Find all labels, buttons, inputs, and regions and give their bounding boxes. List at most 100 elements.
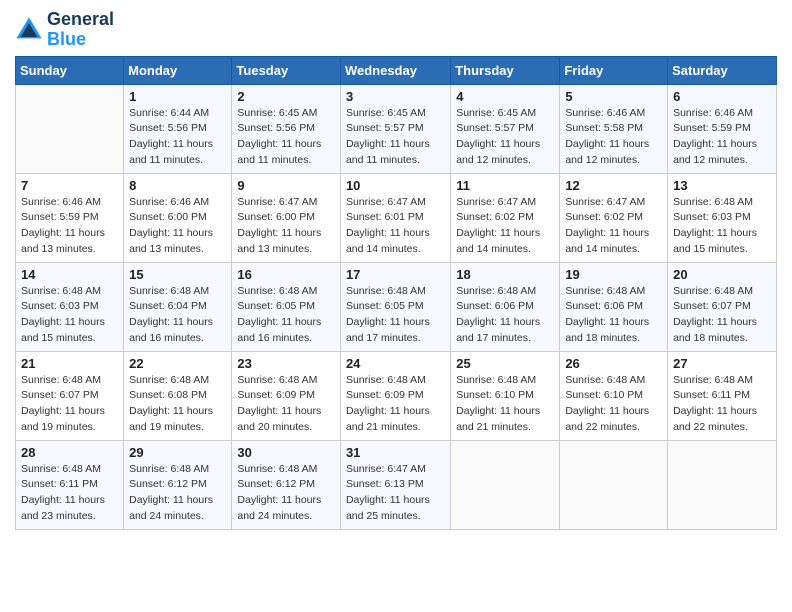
day-number: 19 <box>565 267 662 282</box>
day-number: 8 <box>129 178 226 193</box>
calendar-week-3: 14 Sunrise: 6:48 AMSunset: 6:03 PMDayligh… <box>16 262 777 351</box>
day-number: 2 <box>237 89 335 104</box>
day-number: 27 <box>673 356 771 371</box>
day-number: 1 <box>129 89 226 104</box>
day-header-friday: Friday <box>560 56 668 84</box>
calendar-week-4: 21Sunrise: 6:48 AMSunset: 6:07 PMDayligh… <box>16 351 777 440</box>
day-number: 28 <box>21 445 118 460</box>
day-info: Sunrise: 6:48 AMSunset: 6:09 PMDaylight:… <box>346 373 445 436</box>
day-info: Sunrise: 6:48 AMSunset: 6:08 PMDaylight:… <box>129 373 226 436</box>
day-number: 31 <box>346 445 445 460</box>
day-header-wednesday: Wednesday <box>340 56 450 84</box>
day-number: 22 <box>129 356 226 371</box>
calendar-cell: 14 Sunrise: 6:48 AMSunset: 6:03 PMDayligh… <box>16 262 124 351</box>
day-header-thursday: Thursday <box>451 56 560 84</box>
calendar-cell: 25 Sunrise: 6:48 AMSunset: 6:10 PMDayligh… <box>451 351 560 440</box>
day-number: 21 <box>21 356 118 371</box>
calendar-cell: 2 Sunrise: 6:45 AMSunset: 5:56 PMDaylight… <box>232 84 341 173</box>
logo-icon <box>15 16 43 44</box>
calendar-table: SundayMondayTuesdayWednesdayThursdayFrid… <box>15 56 777 530</box>
day-info: Sunrise: 6:48 AMSunset: 6:09 PMDaylight:… <box>237 373 335 436</box>
calendar-cell <box>451 440 560 529</box>
day-number: 18 <box>456 267 554 282</box>
day-number: 14 <box>21 267 118 282</box>
day-info: Sunrise: 6:47 AMSunset: 6:02 PMDaylight:… <box>456 195 554 258</box>
day-number: 10 <box>346 178 445 193</box>
day-number: 9 <box>237 178 335 193</box>
day-header-tuesday: Tuesday <box>232 56 341 84</box>
day-info: Sunrise: 6:48 AMSunset: 6:10 PMDaylight:… <box>565 373 662 436</box>
calendar-cell: 23 Sunrise: 6:48 AMSunset: 6:09 PMDayligh… <box>232 351 341 440</box>
calendar-cell <box>668 440 777 529</box>
calendar-cell: 28Sunrise: 6:48 AMSunset: 6:11 PMDayligh… <box>16 440 124 529</box>
calendar-cell: 26 Sunrise: 6:48 AMSunset: 6:10 PMDayligh… <box>560 351 668 440</box>
day-info: Sunrise: 6:46 AMSunset: 5:59 PMDaylight:… <box>673 106 771 169</box>
logo: General Blue <box>15 10 114 50</box>
calendar-cell: 24 Sunrise: 6:48 AMSunset: 6:09 PMDayligh… <box>340 351 450 440</box>
calendar-header: SundayMondayTuesdayWednesdayThursdayFrid… <box>16 56 777 84</box>
calendar-cell: 7 Sunrise: 6:46 AMSunset: 5:59 PMDaylight… <box>16 173 124 262</box>
day-number: 11 <box>456 178 554 193</box>
day-number: 13 <box>673 178 771 193</box>
day-info: Sunrise: 6:48 AMSunset: 6:03 PMDaylight:… <box>673 195 771 258</box>
calendar-week-2: 7 Sunrise: 6:46 AMSunset: 5:59 PMDaylight… <box>16 173 777 262</box>
calendar-cell <box>16 84 124 173</box>
day-info: Sunrise: 6:48 AMSunset: 6:06 PMDaylight:… <box>565 284 662 347</box>
calendar-cell: 22 Sunrise: 6:48 AMSunset: 6:08 PMDayligh… <box>124 351 232 440</box>
day-info: Sunrise: 6:48 AMSunset: 6:05 PMDaylight:… <box>346 284 445 347</box>
day-info: Sunrise: 6:48 AMSunset: 6:12 PMDaylight:… <box>129 462 226 525</box>
calendar-cell: 5 Sunrise: 6:46 AMSunset: 5:58 PMDaylight… <box>560 84 668 173</box>
calendar-week-5: 28Sunrise: 6:48 AMSunset: 6:11 PMDayligh… <box>16 440 777 529</box>
day-info: Sunrise: 6:44 AMSunset: 5:56 PMDaylight:… <box>129 106 226 169</box>
day-info: Sunrise: 6:48 AMSunset: 6:03 PMDaylight:… <box>21 284 118 347</box>
day-info: Sunrise: 6:46 AMSunset: 6:00 PMDaylight:… <box>129 195 226 258</box>
day-number: 23 <box>237 356 335 371</box>
day-info: Sunrise: 6:46 AMSunset: 5:59 PMDaylight:… <box>21 195 118 258</box>
calendar-cell: 6Sunrise: 6:46 AMSunset: 5:59 PMDaylight… <box>668 84 777 173</box>
calendar-cell: 16 Sunrise: 6:48 AMSunset: 6:05 PMDayligh… <box>232 262 341 351</box>
calendar-cell: 31 Sunrise: 6:47 AMSunset: 6:13 PMDayligh… <box>340 440 450 529</box>
calendar-cell: 17Sunrise: 6:48 AMSunset: 6:05 PMDayligh… <box>340 262 450 351</box>
calendar-cell: 3Sunrise: 6:45 AMSunset: 5:57 PMDaylight… <box>340 84 450 173</box>
day-info: Sunrise: 6:45 AMSunset: 5:56 PMDaylight:… <box>237 106 335 169</box>
day-number: 12 <box>565 178 662 193</box>
calendar-cell: 13 Sunrise: 6:48 AMSunset: 6:03 PMDayligh… <box>668 173 777 262</box>
day-info: Sunrise: 6:48 AMSunset: 6:07 PMDaylight:… <box>673 284 771 347</box>
day-number: 4 <box>456 89 554 104</box>
calendar-cell: 29 Sunrise: 6:48 AMSunset: 6:12 PMDayligh… <box>124 440 232 529</box>
day-number: 26 <box>565 356 662 371</box>
day-info: Sunrise: 6:48 AMSunset: 6:11 PMDaylight:… <box>673 373 771 436</box>
calendar-cell: 18 Sunrise: 6:48 AMSunset: 6:06 PMDayligh… <box>451 262 560 351</box>
calendar-cell: 9 Sunrise: 6:47 AMSunset: 6:00 PMDaylight… <box>232 173 341 262</box>
day-info: Sunrise: 6:48 AMSunset: 6:05 PMDaylight:… <box>237 284 335 347</box>
calendar-cell <box>560 440 668 529</box>
calendar-cell: 19 Sunrise: 6:48 AMSunset: 6:06 PMDayligh… <box>560 262 668 351</box>
day-info: Sunrise: 6:47 AMSunset: 6:13 PMDaylight:… <box>346 462 445 525</box>
day-info: Sunrise: 6:47 AMSunset: 6:02 PMDaylight:… <box>565 195 662 258</box>
calendar-cell: 15Sunrise: 6:48 AMSunset: 6:04 PMDayligh… <box>124 262 232 351</box>
day-number: 24 <box>346 356 445 371</box>
day-info: Sunrise: 6:48 AMSunset: 6:04 PMDaylight:… <box>129 284 226 347</box>
page-header: General Blue <box>15 10 777 50</box>
day-number: 29 <box>129 445 226 460</box>
calendar-cell: 12 Sunrise: 6:47 AMSunset: 6:02 PMDayligh… <box>560 173 668 262</box>
day-info: Sunrise: 6:47 AMSunset: 6:00 PMDaylight:… <box>237 195 335 258</box>
day-number: 25 <box>456 356 554 371</box>
day-number: 3 <box>346 89 445 104</box>
day-number: 7 <box>21 178 118 193</box>
calendar-cell: 20Sunrise: 6:48 AMSunset: 6:07 PMDayligh… <box>668 262 777 351</box>
calendar-cell: 10 Sunrise: 6:47 AMSunset: 6:01 PMDayligh… <box>340 173 450 262</box>
logo-text: General Blue <box>47 10 114 50</box>
day-info: Sunrise: 6:47 AMSunset: 6:01 PMDaylight:… <box>346 195 445 258</box>
day-number: 16 <box>237 267 335 282</box>
day-info: Sunrise: 6:46 AMSunset: 5:58 PMDaylight:… <box>565 106 662 169</box>
day-info: Sunrise: 6:48 AMSunset: 6:06 PMDaylight:… <box>456 284 554 347</box>
day-header-monday: Monday <box>124 56 232 84</box>
calendar-cell: 30Sunrise: 6:48 AMSunset: 6:12 PMDayligh… <box>232 440 341 529</box>
day-number: 5 <box>565 89 662 104</box>
calendar-cell: 21Sunrise: 6:48 AMSunset: 6:07 PMDayligh… <box>16 351 124 440</box>
calendar-cell: 27 Sunrise: 6:48 AMSunset: 6:11 PMDayligh… <box>668 351 777 440</box>
calendar-cell: 4Sunrise: 6:45 AMSunset: 5:57 PMDaylight… <box>451 84 560 173</box>
day-info: Sunrise: 6:48 AMSunset: 6:12 PMDaylight:… <box>237 462 335 525</box>
day-info: Sunrise: 6:48 AMSunset: 6:10 PMDaylight:… <box>456 373 554 436</box>
